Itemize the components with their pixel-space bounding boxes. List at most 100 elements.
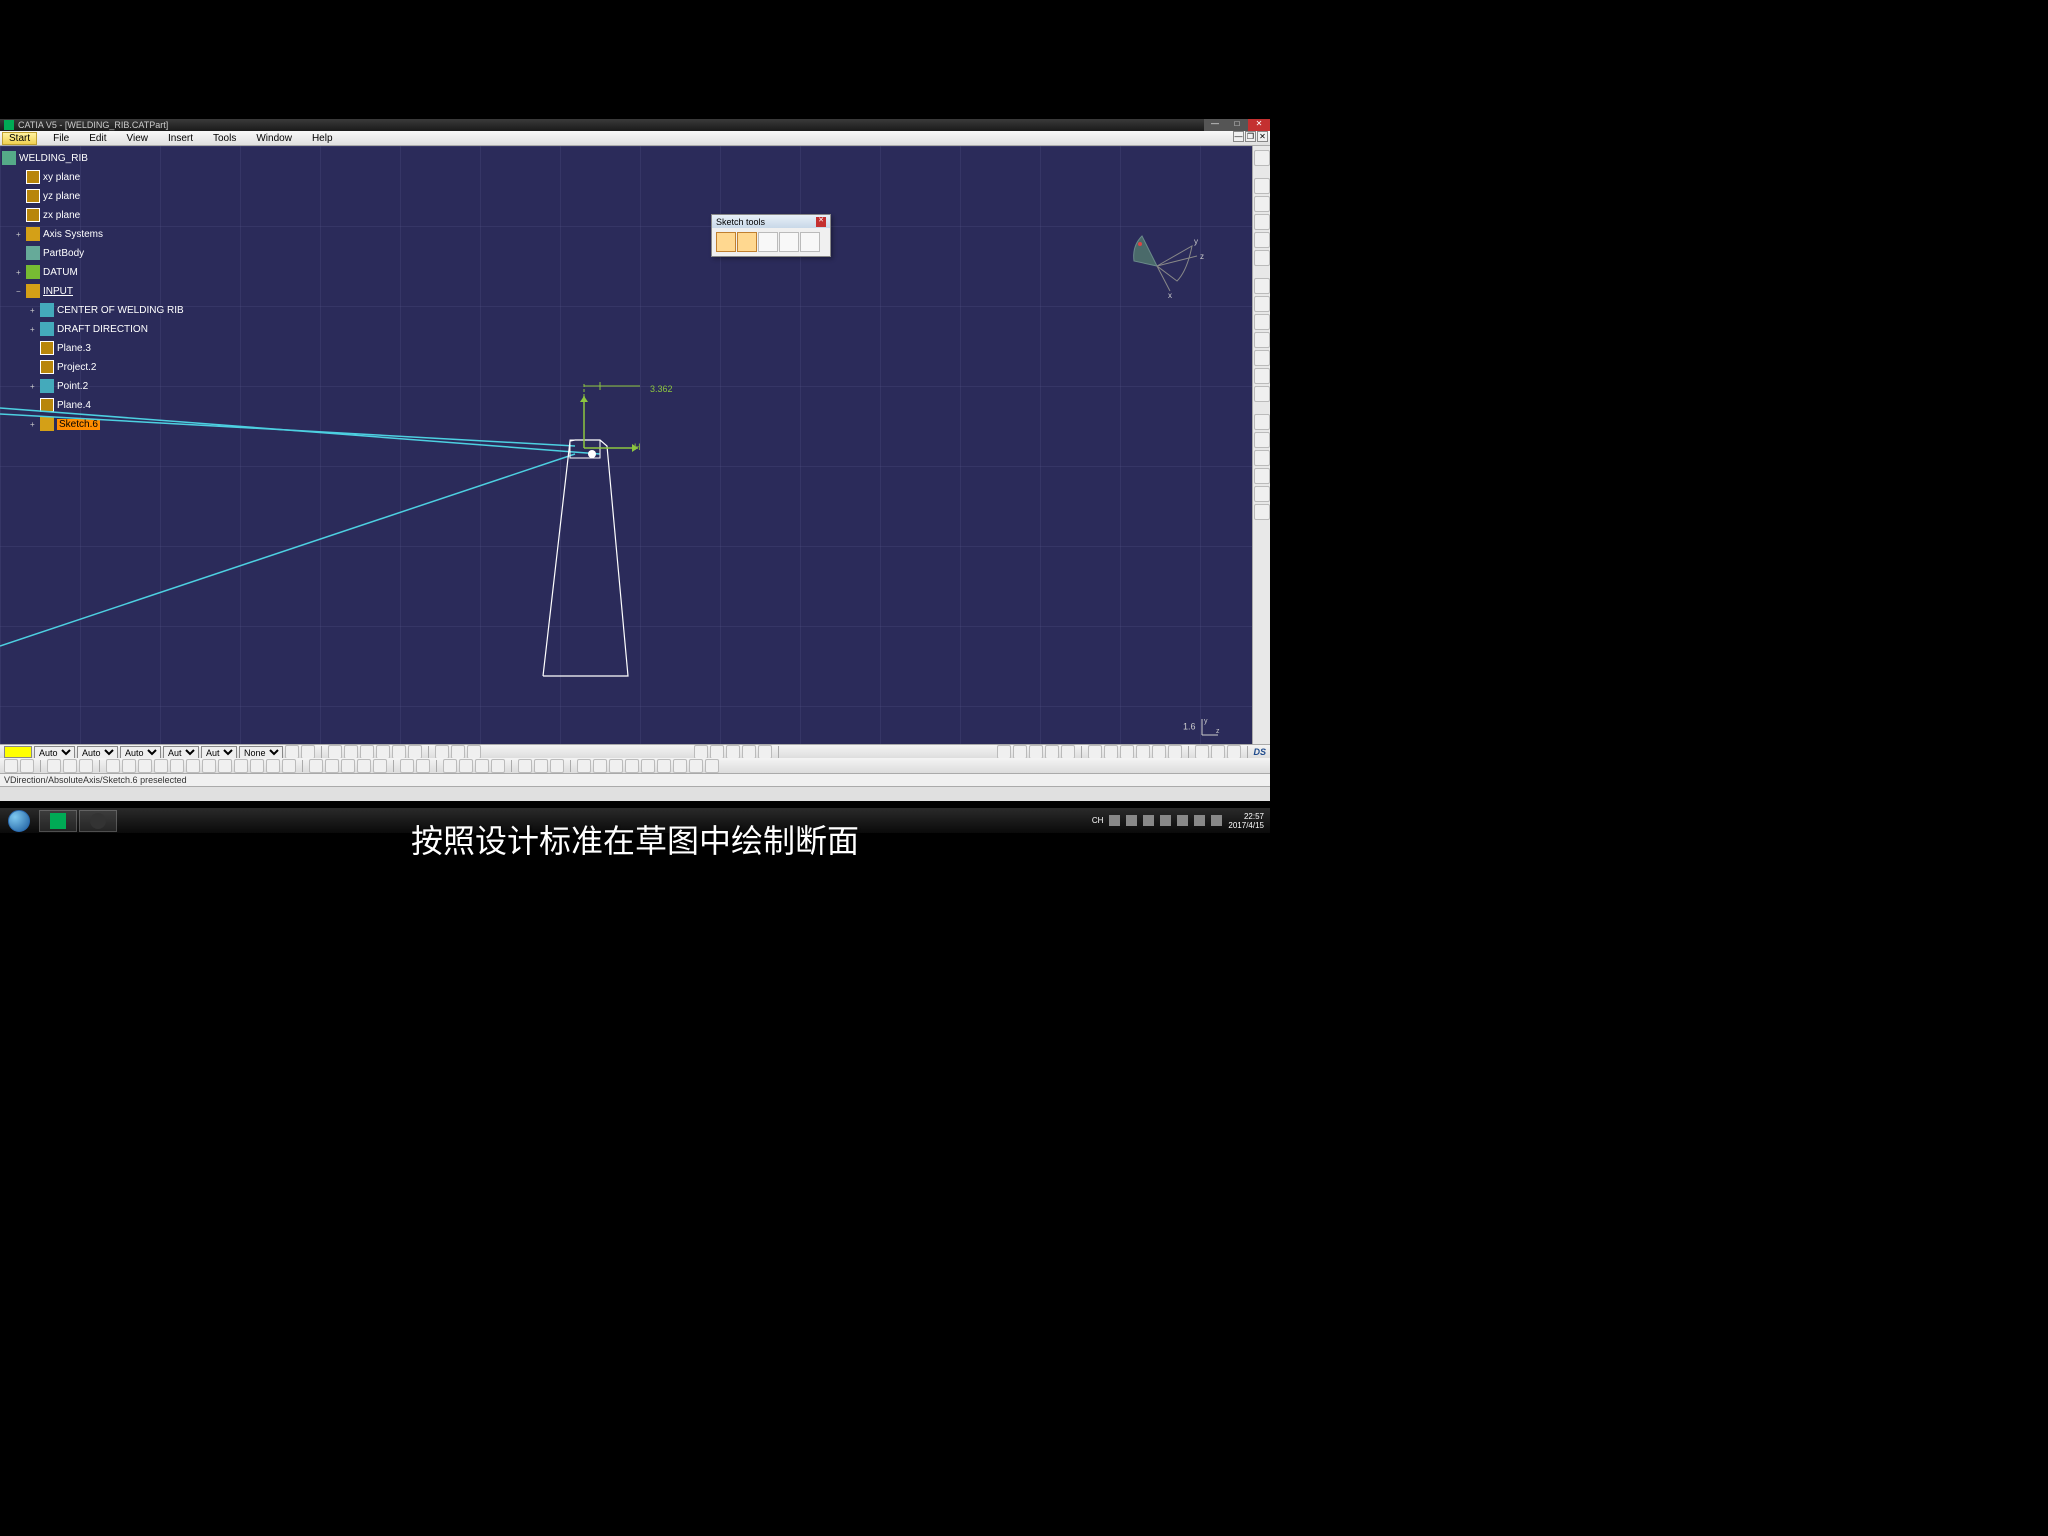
tb2-btn-28[interactable]	[491, 759, 505, 773]
sel-auto-5[interactable]: Aut	[201, 746, 237, 759]
tb2-btn-8[interactable]	[138, 759, 152, 773]
tb1-btn-r4[interactable]	[1045, 745, 1059, 759]
menu-help[interactable]: Help	[302, 131, 343, 146]
snap-button[interactable]	[737, 232, 757, 252]
tb2-btn-34[interactable]	[609, 759, 623, 773]
tb1-btn-14[interactable]	[726, 745, 740, 759]
project-tool[interactable]	[1254, 504, 1270, 520]
tb2-btn-12[interactable]	[202, 759, 216, 773]
tb2-btn-17[interactable]	[282, 759, 296, 773]
tb1-btn-3[interactable]	[328, 745, 342, 759]
tree-item-label[interactable]: Axis Systems	[43, 229, 103, 240]
chamfer-tool[interactable]	[1254, 432, 1270, 448]
ellipse-tool[interactable]	[1254, 350, 1270, 366]
tree-item[interactable]: + Axis Systems	[2, 225, 218, 243]
circle-tool[interactable]	[1254, 314, 1270, 330]
tb2-btn-25[interactable]	[443, 759, 457, 773]
tree-item-label[interactable]: zx plane	[43, 210, 80, 221]
dimension-value[interactable]: 3.362	[650, 384, 673, 394]
tb1-btn-r14[interactable]	[1227, 745, 1241, 759]
sketch-tool[interactable]	[1254, 196, 1270, 212]
tree-item[interactable]: xy plane	[2, 168, 218, 186]
tb1-btn-5[interactable]	[360, 745, 374, 759]
tb2-btn-14[interactable]	[234, 759, 248, 773]
tb2-btn-19[interactable]	[325, 759, 339, 773]
tree-item[interactable]: zx plane	[2, 206, 218, 224]
tb2-btn-18[interactable]	[309, 759, 323, 773]
menu-view[interactable]: View	[116, 131, 158, 146]
tb2-btn-9[interactable]	[154, 759, 168, 773]
tb1-btn-6[interactable]	[376, 745, 390, 759]
expander-icon[interactable]: +	[30, 306, 38, 315]
close-button[interactable]: ✕	[1248, 119, 1270, 131]
tb1-btn-r2[interactable]	[1013, 745, 1027, 759]
tb1-btn-2[interactable]	[301, 745, 315, 759]
tb2-btn-37[interactable]	[657, 759, 671, 773]
tree-item[interactable]: − INPUT	[2, 282, 218, 300]
geom-constraint-button[interactable]	[779, 232, 799, 252]
tb2-btn-7[interactable]	[122, 759, 136, 773]
tb2-btn-16[interactable]	[266, 759, 280, 773]
tb1-btn-7[interactable]	[392, 745, 406, 759]
sel-auto-3[interactable]: Auto	[120, 746, 161, 759]
tree-item[interactable]: +DATUM	[2, 263, 218, 281]
tb1-btn-13[interactable]	[710, 745, 724, 759]
spline-tool[interactable]	[1254, 332, 1270, 348]
tb2-btn-38[interactable]	[673, 759, 687, 773]
tree-item-label[interactable]: Project.2	[57, 362, 96, 373]
expander-icon[interactable]: −	[16, 287, 24, 296]
select-tool[interactable]	[1254, 150, 1270, 166]
spec-tree[interactable]: WELDING_RIB xy planeyz planezx plane+Axi…	[0, 146, 220, 436]
hexagon-tool[interactable]	[1254, 386, 1270, 402]
tree-item[interactable]: yz plane	[2, 187, 218, 205]
tb1-btn-10[interactable]	[451, 745, 465, 759]
tb1-btn-r10[interactable]	[1152, 745, 1166, 759]
sketch-tools-toolbar[interactable]: Sketch tools ✕	[711, 214, 831, 257]
color-swatch[interactable]	[4, 746, 32, 758]
expander-icon[interactable]: +	[30, 325, 38, 334]
tb2-btn-27[interactable]	[475, 759, 489, 773]
tb2-btn-30[interactable]	[534, 759, 548, 773]
tree-item-label[interactable]: INPUT	[43, 286, 73, 297]
tb2-btn-5[interactable]	[79, 759, 93, 773]
menu-edit[interactable]: Edit	[79, 131, 116, 146]
tb2-btn-21[interactable]	[357, 759, 371, 773]
tree-item[interactable]: +CENTER OF WELDING RIB	[2, 301, 218, 319]
tb1-btn-r8[interactable]	[1120, 745, 1134, 759]
tb1-btn-8[interactable]	[408, 745, 422, 759]
tb1-btn-r1[interactable]	[997, 745, 1011, 759]
tb1-btn-r12[interactable]	[1195, 745, 1209, 759]
tb2-btn-20[interactable]	[341, 759, 355, 773]
expander-icon[interactable]: +	[16, 230, 24, 239]
tree-item-label[interactable]: xy plane	[43, 172, 80, 183]
sel-auto-4[interactable]: Aut	[163, 746, 199, 759]
tb1-btn-r7[interactable]	[1104, 745, 1118, 759]
tb1-btn-16[interactable]	[758, 745, 772, 759]
line-tool[interactable]	[1254, 232, 1270, 248]
tb2-btn-15[interactable]	[250, 759, 264, 773]
tb1-btn-r9[interactable]	[1136, 745, 1150, 759]
viewport[interactable]: WELDING_RIB xy planeyz planezx plane+Axi…	[0, 146, 1252, 745]
tb2-btn-24[interactable]	[416, 759, 430, 773]
expander-icon[interactable]: +	[16, 268, 24, 277]
tree-item-label[interactable]: Plane.3	[57, 343, 91, 354]
tb2-btn-13[interactable]	[218, 759, 232, 773]
tree-item-label[interactable]: Point.2	[57, 381, 88, 392]
tb1-btn-9[interactable]	[435, 745, 449, 759]
tb2-btn-29[interactable]	[518, 759, 532, 773]
doc-minimize[interactable]: —	[1233, 131, 1244, 142]
tb1-btn-11[interactable]	[467, 745, 481, 759]
expander-icon[interactable]: +	[30, 420, 38, 429]
tree-item-label[interactable]: PartBody	[43, 248, 84, 259]
tb2-btn-31[interactable]	[550, 759, 564, 773]
dim-constraint-button[interactable]	[800, 232, 820, 252]
tb2-btn-22[interactable]	[373, 759, 387, 773]
expander-icon[interactable]: +	[30, 382, 38, 391]
sel-auto-2[interactable]: Auto	[77, 746, 118, 759]
tb2-fx[interactable]	[4, 759, 18, 773]
sel-auto-1[interactable]: Auto	[34, 746, 75, 759]
tb2-btn-36[interactable]	[641, 759, 655, 773]
tree-item[interactable]: Plane.4	[2, 396, 218, 414]
tb1-btn-1[interactable]	[285, 745, 299, 759]
tb1-btn-15[interactable]	[742, 745, 756, 759]
